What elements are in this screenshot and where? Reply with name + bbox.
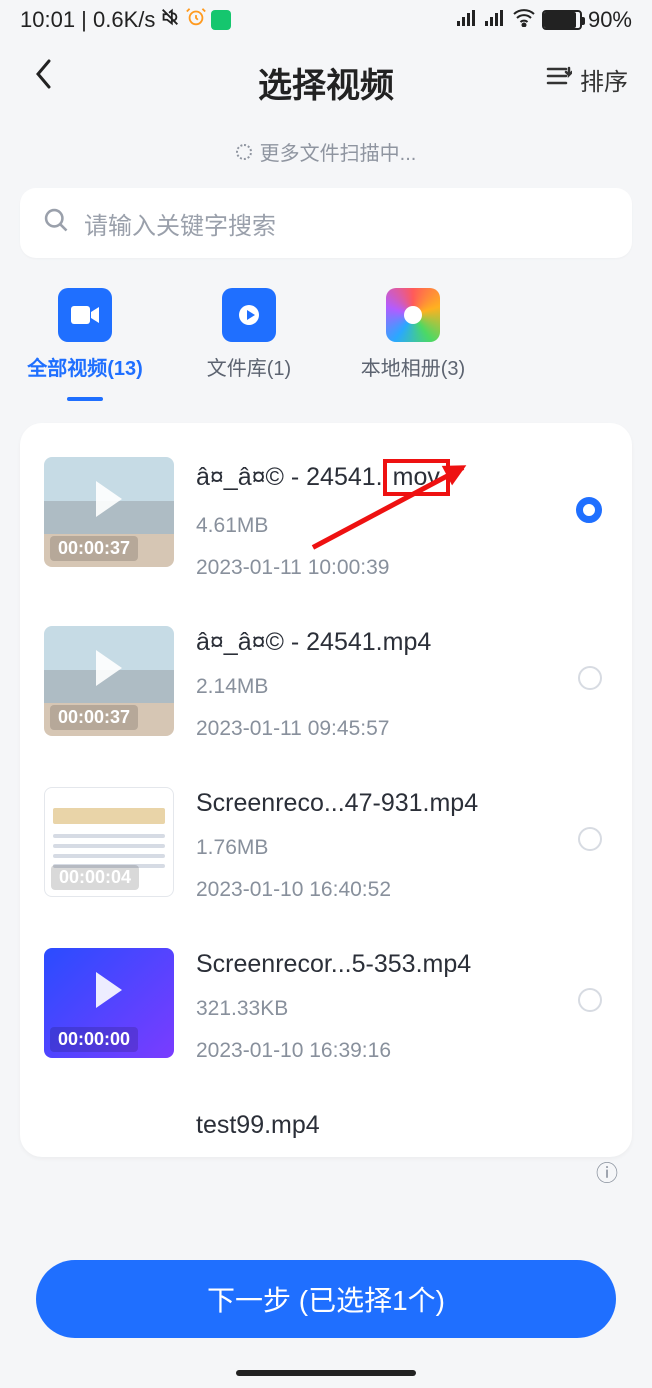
duration-badge: 00:00:37	[50, 705, 138, 730]
status-bar: 10:01 | 0.6K/s 90%	[0, 0, 652, 38]
video-name: â¤_â¤© - 24541.mov	[196, 459, 608, 496]
video-info: â¤_â¤© - 24541.mp4 2.14MB 2023-01-11 09:…	[196, 626, 608, 741]
video-info: Screenrecor...5-353.mp4 321.33KB 2023-01…	[196, 948, 608, 1063]
name-pre: â¤_â¤© - 24541.	[196, 463, 383, 491]
video-thumb: 00:00:00	[44, 948, 174, 1058]
duration-badge: 00:00:00	[50, 1027, 138, 1052]
battery-icon	[542, 10, 582, 30]
scan-text: 更多文件扫描中...	[260, 137, 417, 166]
video-row[interactable]: 00:00:00 Screenrecor...5-353.mp4 321.33K…	[40, 932, 612, 1093]
video-date: 2023-01-11 10:00:39	[196, 556, 608, 580]
tab-label: 全部视频(13)	[27, 352, 143, 381]
video-date: 2023-01-11 09:45:57	[196, 717, 608, 741]
back-button[interactable]	[26, 56, 62, 92]
video-date: 2023-01-10 16:40:52	[196, 878, 608, 902]
time-net: 10:01 | 0.6K/s	[20, 7, 155, 33]
scan-message: 更多文件扫描中...	[0, 137, 652, 188]
play-icon	[96, 650, 122, 686]
play-icon	[96, 481, 122, 517]
video-thumb: 00:00:37	[44, 626, 174, 736]
select-radio[interactable]	[576, 497, 602, 523]
video-info: test99.mp4	[196, 1109, 608, 1149]
gallery-icon	[386, 288, 440, 342]
signal2-icon	[484, 7, 506, 33]
video-row[interactable]: test99.mp4	[40, 1093, 612, 1157]
sort-button[interactable]: 排序	[546, 62, 628, 97]
video-name: test99.mp4	[196, 1111, 608, 1140]
app-icon	[211, 10, 231, 30]
video-info: â¤_â¤© - 24541.mov 4.61MB 2023-01-11 10:…	[196, 457, 608, 580]
tab-file-library[interactable]: 文件库(1)	[194, 288, 304, 401]
tab-local-gallery[interactable]: 本地相册(3)	[358, 288, 468, 401]
status-left: 10:01 | 0.6K/s	[20, 6, 231, 34]
video-list: 00:00:37 â¤_â¤© - 24541.mov 4.61MB 2023-…	[20, 423, 632, 1157]
video-row[interactable]: 00:00:37 â¤_â¤© - 24541.mov 4.61MB 2023-…	[40, 441, 612, 610]
wifi-icon	[512, 7, 536, 33]
video-row[interactable]: 00:00:04 Screenreco...47-931.mp4 1.76MB …	[40, 771, 612, 932]
video-size: 2.14MB	[196, 675, 608, 699]
sort-icon	[546, 65, 572, 94]
next-label: 下一步 (已选择1个)	[207, 1279, 445, 1319]
home-indicator	[236, 1370, 416, 1376]
video-size: 1.76MB	[196, 836, 608, 860]
video-thumb	[44, 1109, 174, 1149]
signal1-icon	[456, 7, 478, 33]
battery-pct: 90%	[588, 7, 632, 33]
video-size: 321.33KB	[196, 997, 608, 1021]
tab-label: 文件库(1)	[207, 352, 291, 381]
play-icon	[96, 972, 122, 1008]
select-radio[interactable]	[578, 666, 602, 690]
video-size: 4.61MB	[196, 514, 608, 538]
search-icon	[42, 206, 70, 241]
tab-label: 本地相册(3)	[361, 352, 465, 381]
video-row[interactable]: 00:00:37 â¤_â¤© - 24541.mp4 2.14MB 2023-…	[40, 610, 612, 771]
video-info: Screenreco...47-931.mp4 1.76MB 2023-01-1…	[196, 787, 608, 902]
sort-label: 排序	[580, 62, 628, 97]
video-icon	[58, 288, 112, 342]
info-icon: ⓘ	[596, 1156, 618, 1188]
spinner-icon	[236, 144, 252, 160]
video-thumb: 00:00:37	[44, 457, 174, 567]
duration-badge: 00:00:04	[51, 865, 139, 890]
video-name: Screenreco...47-931.mp4	[196, 789, 608, 818]
mute-icon	[159, 6, 181, 34]
video-thumb: 00:00:04	[44, 787, 174, 897]
video-date: 2023-01-10 16:39:16	[196, 1039, 608, 1063]
video-name: â¤_â¤© - 24541.mp4	[196, 628, 608, 657]
select-radio[interactable]	[578, 988, 602, 1012]
next-button[interactable]: 下一步 (已选择1个)	[36, 1260, 616, 1338]
library-icon	[222, 288, 276, 342]
status-right: 90%	[456, 7, 632, 33]
alarm-icon	[185, 6, 207, 34]
duration-badge: 00:00:37	[50, 536, 138, 561]
header: 选择视频 排序	[0, 38, 652, 137]
search-input[interactable]: 请输入关键字搜索	[20, 188, 632, 258]
tab-all-videos[interactable]: 全部视频(13)	[30, 288, 140, 401]
video-name: Screenrecor...5-353.mp4	[196, 950, 608, 979]
search-placeholder: 请输入关键字搜索	[84, 206, 276, 241]
tabs: 全部视频(13) 文件库(1) 本地相册(3)	[0, 284, 652, 423]
page-title: 选择视频	[258, 58, 394, 107]
select-radio[interactable]	[578, 827, 602, 851]
